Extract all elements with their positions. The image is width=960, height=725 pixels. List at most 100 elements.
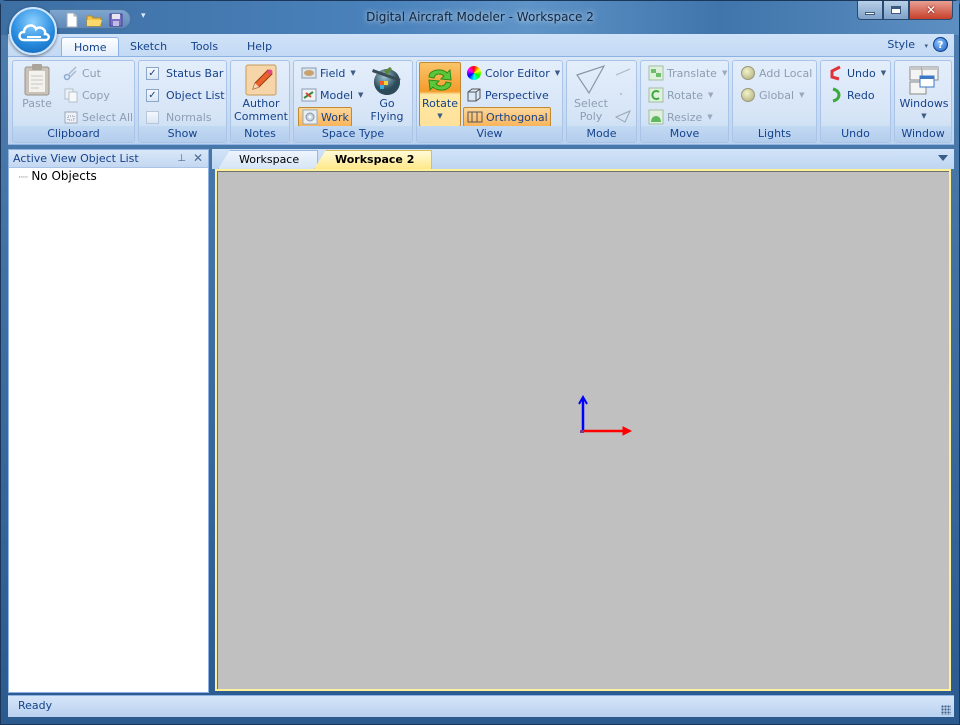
group-mode: Select Poly Mode (566, 60, 637, 143)
help-icon[interactable]: ? (933, 37, 948, 52)
group-space-type: Field ▼ Model ▼ Work Go Flying Space Typ… (293, 60, 413, 143)
group-undo: Undo ▼ Redo Undo (820, 60, 891, 143)
app-window: ▾ Digital Aircraft Modeler - Workspace 2… (0, 0, 960, 725)
undo-arrow-icon (828, 65, 844, 81)
object-list-label: Object List (166, 88, 225, 102)
close-button[interactable]: ✕ (909, 1, 953, 20)
title-bar: ▾ Digital Aircraft Modeler - Workspace 2… (1, 1, 959, 35)
group-label-undo: Undo (821, 126, 890, 142)
maximize-button[interactable] (883, 1, 909, 20)
undo-button[interactable]: Undo ▼ (825, 63, 889, 83)
status-bar: Ready (8, 695, 954, 717)
select-face-icon[interactable] (614, 109, 631, 126)
rotate-view-button[interactable]: Rotate ▼ (419, 62, 461, 127)
group-label-clipboard: Clipboard (13, 126, 134, 142)
status-bar-label: Status Bar (166, 66, 224, 80)
add-local-light-button[interactable]: Add Local (737, 63, 815, 83)
redo-label: Redo (847, 88, 875, 102)
field-icon (301, 65, 317, 81)
chevron-down-icon: ▾ (924, 42, 928, 50)
style-menu[interactable]: Style ▾ (887, 38, 928, 51)
group-window: Windows ▼ Window (894, 60, 952, 143)
work-label: Work (321, 110, 349, 124)
select-all-button[interactable]: Select All (60, 107, 136, 127)
chevron-down-icon: ▼ (880, 69, 887, 77)
group-label-window: Window (895, 126, 951, 142)
chevron-down-icon: ▼ (350, 69, 356, 77)
tab-sketch[interactable]: Sketch (118, 37, 179, 57)
chevron-down-icon: ▼ (921, 112, 927, 120)
orthogonal-label: Orthogonal (486, 110, 548, 124)
translate-button[interactable]: Translate ▼ (645, 63, 730, 83)
scissors-icon (63, 65, 79, 81)
group-label-move: Move (641, 126, 728, 142)
chevron-down-icon: ▼ (554, 69, 561, 77)
axes-gizmo (578, 394, 633, 436)
doc-tab-workspace-2[interactable]: Workspace 2 ✕ (314, 150, 432, 169)
go-flying-button[interactable]: Go Flying (364, 63, 410, 123)
ribbon: Paste Cut Copy Select All Clipboard ✓ St… (8, 56, 954, 145)
resize-button[interactable]: Resize ▼ (645, 107, 716, 127)
copy-button[interactable]: Copy (60, 85, 113, 105)
origin-marker (580, 430, 584, 433)
doc-tab-workspace-1[interactable]: Workspace 1 (218, 150, 318, 169)
chevron-down-icon: ▼ (799, 91, 805, 99)
copy-icon (63, 87, 79, 103)
resize-grip-icon[interactable] (941, 705, 951, 715)
panel-close-icon[interactable]: ✕ (193, 150, 203, 167)
close-icon: ✕ (925, 3, 937, 17)
select-poly-button[interactable]: Select Poly (571, 63, 611, 123)
paste-button[interactable]: Paste (19, 63, 55, 110)
global-light-button[interactable]: Global ▼ (737, 85, 807, 105)
move-rotate-label: Rotate (667, 88, 704, 102)
tab-list-dropdown-icon[interactable] (938, 155, 948, 161)
global-light-icon (741, 88, 755, 102)
pin-icon[interactable]: ⊥ (177, 150, 186, 167)
status-bar-checkbox[interactable]: ✓ Status Bar (143, 63, 226, 83)
redo-button[interactable]: Redo (825, 85, 878, 105)
model-button[interactable]: Model ▼ (298, 85, 366, 105)
chevron-down-icon: ▼ (707, 113, 713, 121)
chevron-down-icon: ▼ (358, 91, 364, 99)
group-show: ✓ Status Bar ✓ Object List Normals Show (138, 60, 227, 143)
author-comment-button[interactable]: Author Comment (234, 63, 288, 123)
light-bulb-icon (741, 66, 755, 80)
minimize-button[interactable] (857, 1, 883, 20)
ribbon-tab-bar: Home Sketch Tools Help Style ▾ ? (8, 34, 954, 57)
orthogonal-button[interactable]: Orthogonal (463, 107, 551, 127)
group-label-view: View (417, 126, 562, 142)
normals-checkbox[interactable]: Normals (143, 107, 215, 127)
paste-label: Paste (22, 97, 52, 110)
tab-tools[interactable]: Tools (179, 37, 230, 57)
move-rotate-button[interactable]: Rotate ▼ (645, 85, 716, 105)
application-menu-button[interactable] (9, 7, 57, 55)
color-editor-button[interactable]: Color Editor ▼ (463, 63, 563, 83)
resize-icon (648, 109, 664, 125)
select-all-icon (63, 109, 79, 125)
model-label: Model (320, 88, 354, 102)
author-comment-line1: Author (242, 97, 280, 110)
cut-button[interactable]: Cut (60, 63, 104, 83)
window-title: Digital Aircraft Modeler - Workspace 2 (366, 10, 594, 24)
select-vertex-icon[interactable] (615, 89, 631, 102)
go-flying-line2: Flying (370, 110, 404, 123)
tree-item[interactable]: ····· No Objects (9, 168, 208, 183)
3d-viewport[interactable] (215, 169, 951, 691)
select-poly-line1: Select (574, 97, 608, 110)
windows-button[interactable]: Windows ▼ (897, 63, 951, 123)
resize-label: Resize (667, 110, 703, 124)
field-label: Field (320, 66, 346, 80)
tab-home[interactable]: Home (61, 37, 120, 57)
tab-help[interactable]: Help (235, 37, 284, 57)
global-label: Global (759, 88, 795, 102)
work-gear-icon (302, 109, 318, 125)
field-button[interactable]: Field ▼ (298, 63, 359, 83)
select-edge-icon[interactable] (615, 67, 631, 80)
perspective-button[interactable]: Perspective (463, 85, 552, 105)
perspective-cube-icon (466, 87, 482, 103)
object-list-checkbox[interactable]: ✓ Object List (143, 85, 228, 105)
cut-label: Cut (82, 66, 101, 80)
group-label-show: Show (139, 126, 226, 142)
work-button[interactable]: Work (298, 107, 352, 127)
airplane-globe-icon (372, 67, 401, 95)
